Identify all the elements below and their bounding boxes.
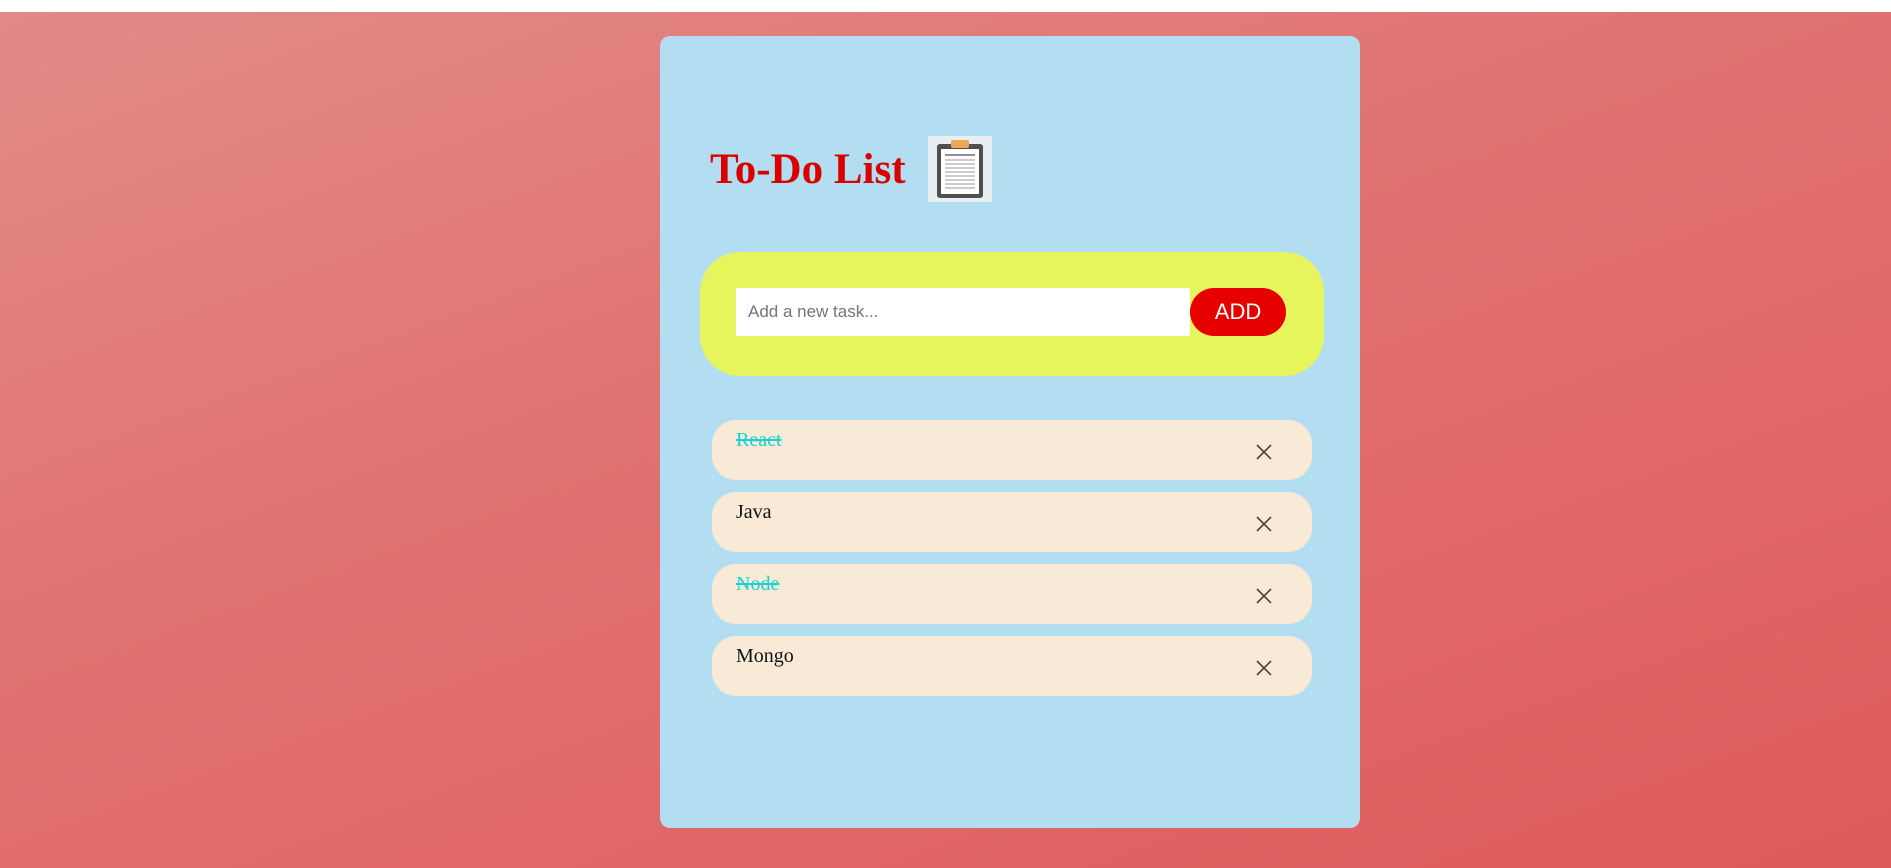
task-text[interactable]: Mongo	[736, 645, 794, 668]
close-icon[interactable]	[1255, 443, 1273, 461]
page-title: To-Do List	[710, 145, 906, 193]
task-item[interactable]: React	[712, 420, 1312, 480]
todo-card: To-Do List ADD React	[660, 36, 1360, 828]
close-icon[interactable]	[1255, 515, 1273, 533]
header: To-Do List	[710, 136, 992, 202]
task-item[interactable]: Java	[712, 492, 1312, 552]
task-list: React Java Node Mongo	[712, 420, 1312, 708]
task-text[interactable]: React	[736, 429, 782, 452]
add-task-panel: ADD	[700, 252, 1324, 376]
clipboard-icon	[927, 136, 992, 202]
new-task-input[interactable]	[736, 288, 1190, 336]
task-text[interactable]: Java	[736, 501, 772, 524]
close-icon[interactable]	[1255, 587, 1273, 605]
add-task-button[interactable]: ADD	[1190, 288, 1286, 336]
task-item[interactable]: Node	[712, 564, 1312, 624]
task-text[interactable]: Node	[736, 573, 779, 596]
task-item[interactable]: Mongo	[712, 636, 1312, 696]
close-icon[interactable]	[1255, 659, 1273, 677]
